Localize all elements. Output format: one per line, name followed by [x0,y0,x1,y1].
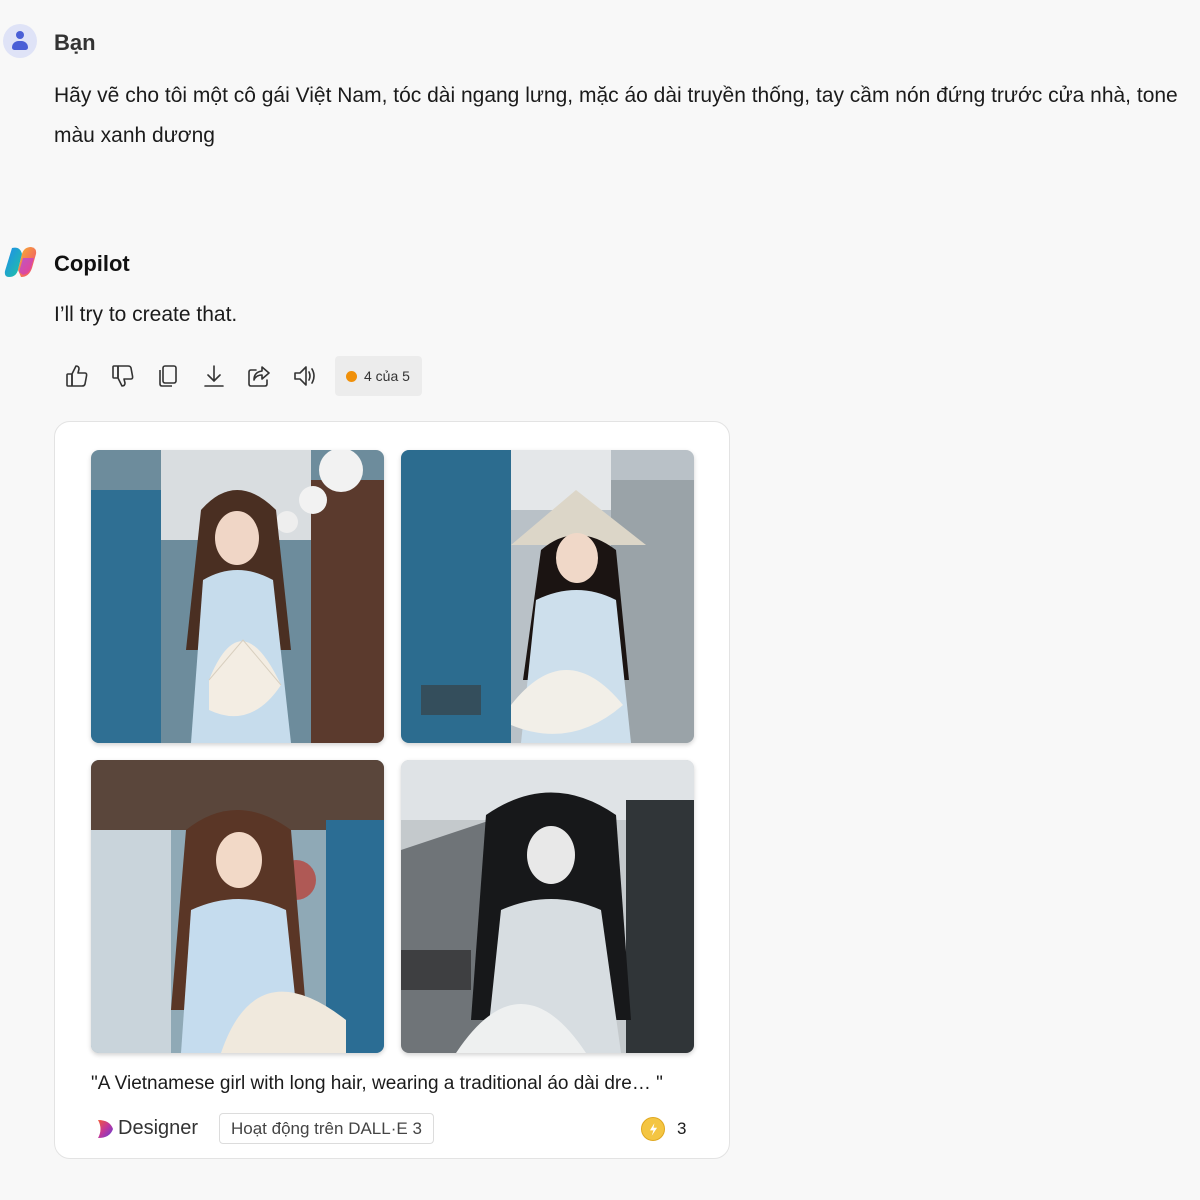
generated-image-1[interactable] [91,450,384,743]
status-dot [346,370,357,382]
designer-link[interactable]: Designer [95,1117,198,1140]
image-prompt-caption[interactable]: "A Vietnamese girl with long hair, weari… [91,1073,663,1095]
copy-button[interactable] [151,359,185,393]
user-name: Bạn [54,30,96,55]
generated-image-4[interactable] [401,760,694,1053]
page-indicator[interactable]: 4 của 5 [335,356,422,396]
copilot-name: Copilot [54,251,130,276]
image-result-card: "A Vietnamese girl with long hair, weari… [54,421,730,1159]
copilot-logo-icon [4,247,37,277]
user-message: Hãy vẽ cho tôi một cô gái Việt Nam, tóc … [54,84,1178,147]
designer-label: Designer [118,1117,199,1139]
boost-counter: 3 [641,1117,686,1141]
copilot-message: I’ll try to create that. [54,303,238,326]
boost-icon [641,1117,665,1141]
generated-image-2[interactable] [401,450,694,743]
dalle-badge: Hoạt động trên DALL·E 3 [219,1113,434,1144]
share-button[interactable] [242,359,276,393]
thumbs-down-button[interactable] [106,359,140,393]
read-aloud-button[interactable] [288,359,322,393]
share-icon [248,366,270,387]
user-avatar [3,24,37,58]
generated-image-3[interactable] [91,760,384,1053]
boost-count: 3 [677,1119,687,1138]
read-aloud-icon [293,366,315,386]
message-actions: 4 của 5 [60,356,422,396]
thumbs-up-button[interactable] [60,359,94,393]
page-indicator-label: 4 của 5 [364,368,410,384]
thumbs-down-icon [111,365,133,387]
thumbs-up-icon [66,365,88,387]
download-icon [203,365,224,387]
download-button[interactable] [197,359,231,393]
copy-icon [159,365,177,387]
designer-logo-icon [98,1119,113,1138]
